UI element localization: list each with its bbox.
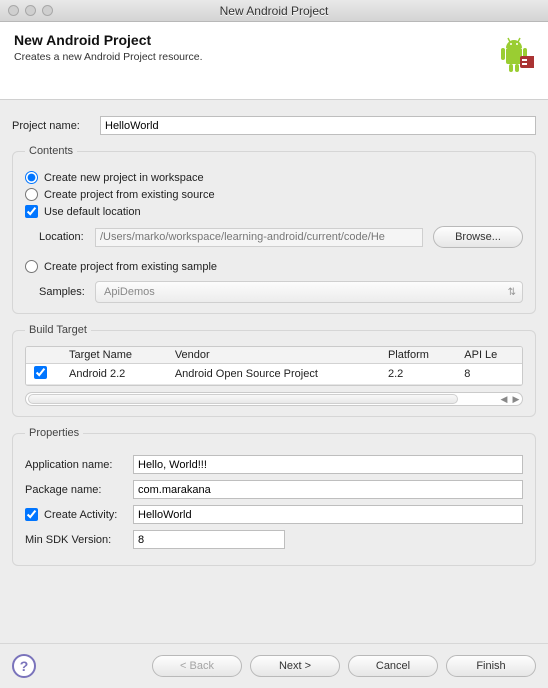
android-icon [494,32,534,83]
samples-value: ApiDemos [104,286,155,298]
application-name-input[interactable] [133,455,523,474]
create-activity-label: Create Activity: [44,509,117,521]
next-button[interactable]: Next > [250,655,340,677]
create-existing-label: Create project from existing source [44,189,215,201]
target-vendor: Android Open Source Project [167,364,380,385]
target-api: 8 [456,364,522,385]
minimize-icon[interactable] [25,5,36,16]
close-icon[interactable] [8,5,19,16]
target-name: Android 2.2 [61,364,167,385]
window-controls [0,5,53,16]
samples-select[interactable]: ApiDemos ⇅ [95,281,523,303]
location-label: Location: [25,231,95,243]
scroll-right-icon[interactable]: ▶ [510,393,522,406]
create-new-radio[interactable] [25,171,38,184]
table-row[interactable]: Android 2.2 Android Open Source Project … [26,364,522,385]
zoom-icon[interactable] [42,5,53,16]
min-sdk-input[interactable] [133,530,285,549]
package-name-input[interactable] [133,480,523,499]
contents-group: Contents Create new project in workspace… [12,145,536,314]
project-name-input[interactable] [100,116,536,135]
target-platform: 2.2 [380,364,456,385]
cancel-button[interactable]: Cancel [348,655,438,677]
use-default-location-checkbox[interactable] [25,205,38,218]
package-name-label: Package name: [25,484,133,496]
finish-button[interactable]: Finish [446,655,536,677]
page-subtitle: Creates a new Android Project resource. [14,51,494,63]
horizontal-scrollbar[interactable]: ◀ ▶ [25,392,523,406]
create-existing-radio[interactable] [25,188,38,201]
help-icon[interactable]: ? [12,654,36,678]
scrollbar-thumb[interactable] [28,394,458,404]
chevron-updown-icon: ⇅ [508,287,516,298]
wizard-header: New Android Project Creates a new Androi… [0,22,548,100]
use-default-location-label: Use default location [44,206,141,218]
window-titlebar: New Android Project [0,0,548,22]
scroll-left-icon[interactable]: ◀ [498,393,510,406]
target-checkbox[interactable] [34,366,47,379]
col-target-name: Target Name [61,347,167,364]
window-title: New Android Project [0,4,548,18]
wizard-footer: ? < Back Next > Cancel Finish [0,643,548,688]
project-name-label: Project name: [12,120,100,132]
build-target-group: Build Target Target Name Vendor Platform… [12,324,536,417]
min-sdk-label: Min SDK Version: [25,534,133,546]
samples-label: Samples: [25,286,95,298]
build-target-legend: Build Target [25,324,91,336]
page-title: New Android Project [14,32,494,48]
browse-button[interactable]: Browse... [433,226,523,248]
create-new-label: Create new project in workspace [44,172,204,184]
col-platform: Platform [380,347,456,364]
properties-legend: Properties [25,427,83,439]
create-activity-input[interactable] [133,505,523,524]
build-target-table: Target Name Vendor Platform API Le Andro… [26,347,522,385]
location-input [95,228,423,247]
create-sample-label: Create project from existing sample [44,261,217,273]
create-activity-checkbox[interactable] [25,508,38,521]
col-vendor: Vendor [167,347,380,364]
back-button: < Back [152,655,242,677]
contents-legend: Contents [25,145,77,157]
properties-group: Properties Application name: Package nam… [12,427,536,566]
application-name-label: Application name: [25,459,133,471]
col-api: API Le [456,347,522,364]
create-sample-radio[interactable] [25,260,38,273]
